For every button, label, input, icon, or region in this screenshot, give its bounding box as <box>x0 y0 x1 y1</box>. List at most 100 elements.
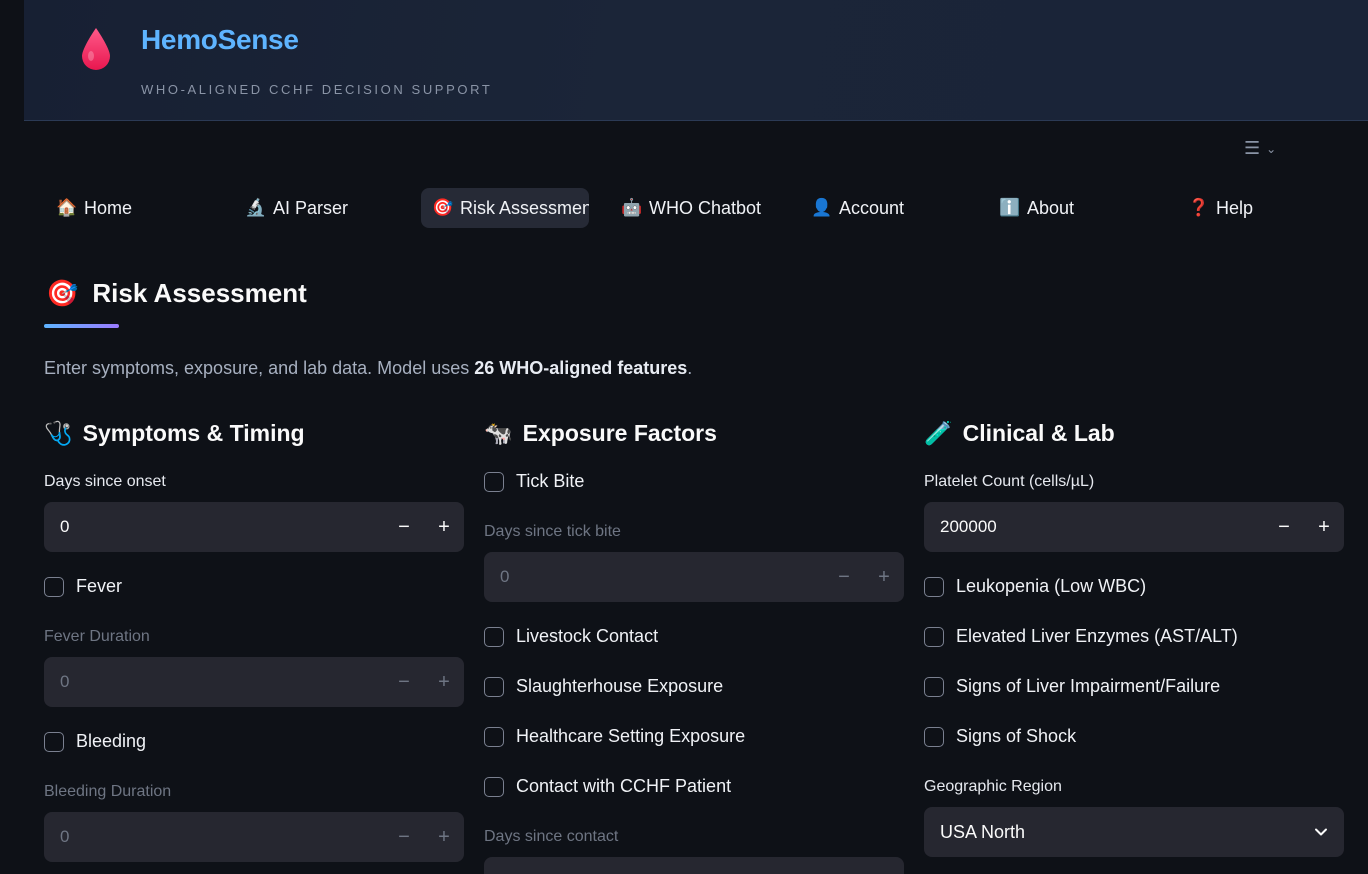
nav-label: AI Parser <box>273 197 349 218</box>
checkbox-box[interactable] <box>484 676 504 697</box>
input-value: 0 <box>60 827 70 846</box>
cchf-patient-contact-checkbox[interactable]: Contact with CCHF Patient <box>484 776 731 797</box>
select-value: USA North <box>940 821 1026 842</box>
blood-drop-icon <box>82 28 110 70</box>
decrement-button[interactable]: − <box>384 516 424 539</box>
nav-item-help[interactable]: ❓ Help <box>1177 188 1297 228</box>
geographic-region-label: Geographic Region <box>924 778 1062 795</box>
nav-item-about[interactable]: ℹ️ About <box>988 188 1118 228</box>
leukopenia-checkbox[interactable]: Leukopenia (Low WBC) <box>924 576 1146 597</box>
liver-enzymes-checkbox[interactable]: Elevated Liver Enzymes (AST/ALT) <box>924 626 1238 647</box>
checkbox-box[interactable] <box>924 676 944 697</box>
nav-item-home[interactable]: 🏠 Home <box>45 188 185 228</box>
bleeding-duration-input[interactable]: 0 − + <box>44 812 464 862</box>
checkbox-label: Signs of Shock <box>956 726 1077 746</box>
exposure-column: 🐄 Exposure Factors Tick Bite Days since … <box>484 418 904 874</box>
checkbox-box[interactable] <box>44 731 64 752</box>
decrement-button[interactable]: − <box>384 826 424 849</box>
symptoms-heading: 🩺 Symptoms & Timing <box>44 418 464 448</box>
input-value: 0 <box>60 672 70 691</box>
user-icon: 👤 <box>811 198 833 217</box>
checkbox-box[interactable] <box>924 626 944 647</box>
nav-item-account[interactable]: 👤 Account <box>800 188 940 228</box>
checkbox-label: Leukopenia (Low WBC) <box>956 576 1147 596</box>
nav-label: Risk Assessment <box>460 197 589 218</box>
fever-duration-input[interactable]: 0 − + <box>44 657 464 707</box>
checkbox-box[interactable] <box>484 726 504 747</box>
tick-bite-checkbox[interactable]: Tick Bite <box>484 471 584 492</box>
checkbox-label: Healthcare Setting Exposure <box>516 726 746 746</box>
fever-checkbox[interactable]: Fever <box>44 576 122 597</box>
test-tube-icon: 🧪 <box>924 419 953 446</box>
nav-item-ai-parser[interactable]: 🔬 AI Parser <box>234 188 394 228</box>
bleeding-duration-label: Bleeding Duration <box>44 783 172 800</box>
exposure-heading: 🐄 Exposure Factors <box>484 418 904 448</box>
brand-subtitle: WHO-ALIGNED CCHF DECISION SUPPORT <box>141 82 493 97</box>
increment-button[interactable]: + <box>864 566 904 589</box>
intro-suffix: . <box>687 358 693 378</box>
nav-label: Home <box>84 197 133 218</box>
checkbox-label: Tick Bite <box>516 471 585 491</box>
checkbox-label: Slaughterhouse Exposure <box>516 676 724 696</box>
symptoms-heading-text: Symptoms & Timing <box>82 419 305 446</box>
increment-button[interactable]: + <box>1304 516 1344 539</box>
nav-label: About <box>1027 197 1075 218</box>
platelet-count-input[interactable]: 200000 − + <box>924 502 1344 552</box>
target-icon: 🎯 <box>432 198 454 217</box>
checkbox-label: Bleeding <box>76 731 147 751</box>
livestock-contact-checkbox[interactable]: Livestock Contact <box>484 626 658 647</box>
days-since-onset-input[interactable]: 0 − + <box>44 502 464 552</box>
question-icon: ❓ <box>1188 198 1210 217</box>
checkbox-label: Fever <box>76 576 123 596</box>
nav-item-who-chatbot[interactable]: 🤖 WHO Chatbot <box>610 188 780 228</box>
title-underline <box>44 324 119 328</box>
checkbox-box[interactable] <box>484 776 504 797</box>
clinical-heading-text: Clinical & Lab <box>962 419 1115 446</box>
shock-checkbox[interactable]: Signs of Shock <box>924 726 1076 747</box>
days-since-contact-label: Days since contact <box>484 828 619 845</box>
input-value: 200000 <box>940 517 997 536</box>
microscope-icon: 🔬 <box>245 198 267 217</box>
increment-button[interactable]: + <box>424 671 464 694</box>
liver-failure-checkbox[interactable]: Signs of Liver Impairment/Failure <box>924 676 1220 697</box>
checkbox-box[interactable] <box>44 576 64 597</box>
clinical-column: 🧪 Clinical & Lab Platelet Count (cells/µ… <box>924 418 1344 874</box>
nav-label: Help <box>1216 197 1254 218</box>
clinical-heading: 🧪 Clinical & Lab <box>924 418 1344 448</box>
checkbox-label: Signs of Liver Impairment/Failure <box>956 676 1221 696</box>
nav-item-risk-assessment[interactable]: 🎯 Risk Assessment <box>421 188 589 228</box>
input-value: 0 <box>60 517 70 536</box>
nav-label: Account <box>839 197 905 218</box>
fever-duration-label: Fever Duration <box>44 628 150 645</box>
checkbox-label: Elevated Liver Enzymes (AST/ALT) <box>956 626 1238 646</box>
checkbox-label: Contact with CCHF Patient <box>516 776 732 796</box>
input-value: 0 <box>500 567 510 586</box>
checkbox-box[interactable] <box>484 626 504 647</box>
increment-button[interactable]: + <box>424 516 464 539</box>
robot-icon: 🤖 <box>621 198 643 217</box>
intro-text: Enter symptoms, exposure, and lab data. … <box>44 358 692 379</box>
geographic-region-select[interactable]: USA North <box>924 807 1344 857</box>
intro-bold: 26 WHO-aligned features <box>474 358 688 378</box>
days-since-tick-input[interactable]: 0 − + <box>484 552 904 602</box>
checkbox-box[interactable] <box>924 576 944 597</box>
healthcare-exposure-checkbox[interactable]: Healthcare Setting Exposure <box>484 726 745 747</box>
slaughterhouse-checkbox[interactable]: Slaughterhouse Exposure <box>484 676 723 697</box>
platelet-count-label: Platelet Count (cells/µL) <box>924 473 1095 490</box>
decrement-button[interactable]: − <box>824 566 864 589</box>
increment-button[interactable]: + <box>424 826 464 849</box>
days-since-tick-label: Days since tick bite <box>484 523 621 540</box>
menu-toggle-button[interactable]: ☰ ⌄ <box>1244 137 1288 159</box>
bleeding-checkbox[interactable]: Bleeding <box>44 731 146 752</box>
decrement-button[interactable]: − <box>1264 516 1304 539</box>
checkbox-box[interactable] <box>924 726 944 747</box>
intro-prefix: Enter symptoms, exposure, and lab data. … <box>44 358 475 378</box>
days-since-onset-label: Days since onset <box>44 473 166 490</box>
checkbox-box[interactable] <box>484 471 504 492</box>
info-icon: ℹ️ <box>999 198 1021 217</box>
chevron-down-icon: ⌄ <box>1266 142 1277 156</box>
days-since-contact-input[interactable] <box>484 857 904 874</box>
chevron-down-icon <box>1315 828 1327 836</box>
decrement-button[interactable]: − <box>384 671 424 694</box>
exposure-heading-text: Exposure Factors <box>522 419 717 446</box>
